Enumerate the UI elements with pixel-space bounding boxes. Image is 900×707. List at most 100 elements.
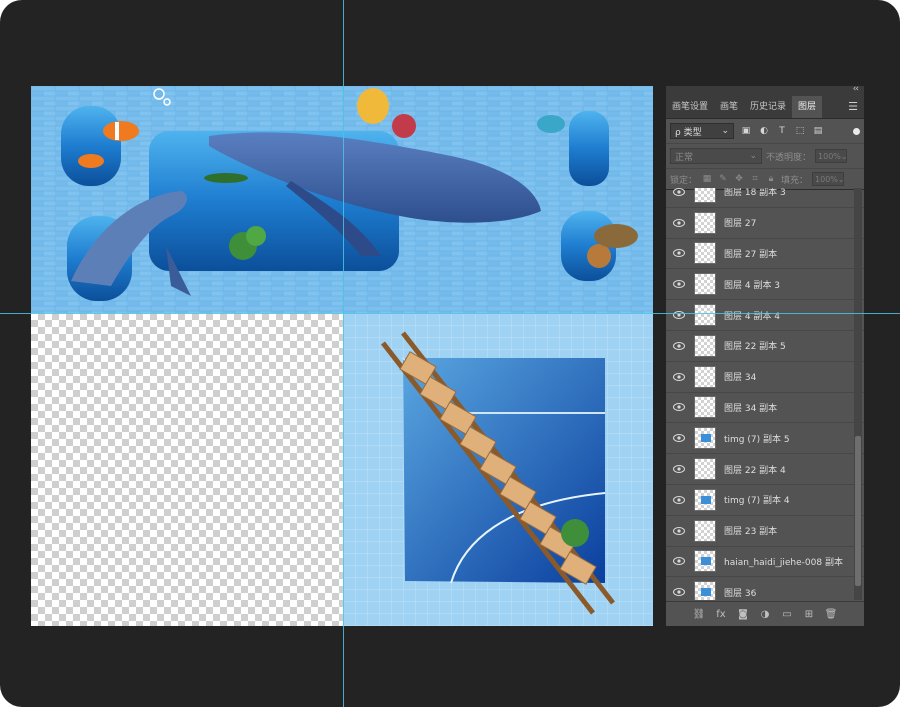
layer-name: 图层 4 副本 4 (724, 311, 781, 322)
pool-ladder-artwork (343, 313, 653, 626)
group-folder-icon[interactable]: ▭ (780, 609, 794, 620)
lock-artboard-icon[interactable]: ⌗ (749, 174, 761, 184)
visibility-eye-icon[interactable] (666, 557, 692, 566)
layer-row[interactable]: 图层 18 副本 3 (666, 188, 864, 208)
collapse-panel-icon[interactable]: ‹‹ (853, 84, 859, 94)
filter-toggle[interactable] (853, 127, 860, 135)
lock-transparent-icon[interactable]: ▦ (701, 174, 713, 184)
layer-row[interactable]: timg (7) 副本 5 (666, 423, 864, 455)
layer-row[interactable]: 图层 4 副本 3 (666, 269, 864, 301)
visibility-eye-icon[interactable] (666, 341, 692, 350)
layer-row[interactable]: 图层 34 副本 (666, 393, 864, 424)
visibility-eye-icon[interactable] (666, 526, 692, 535)
layer-row[interactable]: 图层 23 副本 (666, 516, 864, 547)
ocean-wall-artwork (31, 86, 653, 313)
visibility-eye-icon[interactable] (666, 465, 692, 474)
layer-name: 图层 27 副本 (724, 249, 778, 260)
layer-thumbnail (694, 273, 716, 296)
layer-thumbnail (694, 304, 716, 327)
layers-panel: ‹‹ 画笔设置 画笔 历史记录 图层 ☰ ρ 类型 ⌄ ▣ ◐ T ⬚ ▤ 正常… (666, 84, 864, 626)
layer-actions-bar: ⛓ fx ◙ ◑ ▭ ⊞ 🗑︎ (666, 601, 864, 626)
vertical-guide[interactable] (343, 0, 344, 707)
opacity-label: 不透明度： (766, 152, 812, 163)
layer-name: haian_haidi_jiehe-008 副本 (724, 557, 843, 568)
new-layer-icon[interactable]: ⊞ (802, 609, 816, 620)
visibility-eye-icon[interactable] (666, 434, 692, 443)
visibility-eye-icon[interactable] (666, 218, 692, 227)
layer-name: 图层 23 副本 (724, 527, 778, 538)
visibility-eye-icon[interactable] (666, 280, 692, 289)
layer-filter-bar: ρ 类型 ⌄ ▣ ◐ T ⬚ ▤ (666, 119, 864, 144)
chevron-down-icon: ⌄ (749, 151, 757, 161)
layer-name: 图层 22 副本 4 (724, 465, 786, 476)
type-filter-icon[interactable]: T (776, 126, 788, 136)
scrollbar-thumb[interactable] (855, 436, 861, 586)
fill-field[interactable]: 100% ⌄ (812, 172, 845, 186)
tab-layers[interactable]: 图层 (792, 96, 823, 118)
shape-filter-icon[interactable]: ⬚ (794, 126, 806, 136)
layer-name: 图层 36 (724, 588, 757, 599)
horizontal-guide[interactable] (0, 313, 900, 314)
lock-all-icon[interactable]: 🔒︎ (765, 174, 777, 184)
layer-row[interactable]: 图层 22 副本 4 (666, 454, 864, 485)
layer-row[interactable]: 图层 27 副本 (666, 239, 864, 270)
lock-position-icon[interactable]: ✥ (733, 174, 745, 184)
layer-thumbnail (694, 211, 716, 234)
layer-row[interactable]: 图层 34 (666, 362, 864, 393)
image-filter-icon[interactable]: ▣ (740, 126, 752, 136)
layer-thumbnail (694, 242, 716, 265)
layer-row[interactable]: 图层 27 (666, 208, 864, 239)
layer-name: timg (7) 副本 5 (724, 434, 790, 445)
lock-paint-icon[interactable]: ✎ (717, 174, 729, 184)
hamburger-menu-icon[interactable]: ☰ (842, 96, 864, 118)
layer-thumbnail (694, 519, 716, 542)
tab-brush-settings[interactable]: 画笔设置 (666, 96, 714, 118)
chevron-down-icon: ⌄ (721, 126, 729, 136)
layer-name: 图层 34 副本 (724, 403, 778, 414)
layer-list-scrollbar[interactable] (854, 188, 862, 600)
adjustment-icon[interactable]: ◑ (758, 609, 772, 620)
layer-thumbnail (694, 365, 716, 388)
layer-thumbnail (694, 427, 716, 450)
transparent-area (31, 313, 343, 626)
layer-thumbnail (694, 488, 716, 511)
blend-row: 正常 ⌄ 不透明度： 100% ⌄ (666, 144, 864, 169)
layer-list: 图层 18 副本 3 图层 27 图层 27 副本 图层 4 副本 3 图层 4 (666, 188, 864, 600)
layer-thumbnail (694, 334, 716, 357)
tab-brushes[interactable]: 画笔 (714, 96, 744, 118)
visibility-eye-icon[interactable] (666, 495, 692, 504)
layer-row[interactable]: 图层 4 副本 4 (666, 300, 864, 331)
mask-icon[interactable]: ◙ (736, 609, 750, 620)
lock-row: 锁定： ▦ ✎ ✥ ⌗ 🔒︎ 填充： 100% ⌄ (666, 169, 864, 190)
adjustment-filter-icon[interactable]: ◐ (758, 126, 770, 136)
layer-name: 图层 27 (724, 219, 757, 230)
blend-mode-select[interactable]: 正常 ⌄ (670, 148, 762, 164)
lock-label: 锁定： (670, 175, 698, 186)
link-icon[interactable]: ⛓ (692, 609, 706, 620)
layer-thumbnail (694, 188, 716, 203)
layer-name: 图层 4 副本 3 (724, 280, 781, 291)
panel-tabs: 画笔设置 画笔 历史记录 图层 ☰ (666, 96, 864, 119)
layer-row[interactable]: haian_haidi_jiehe-008 副本 (666, 547, 864, 578)
filter-kind-select[interactable]: ρ 类型 ⌄ (670, 123, 734, 139)
visibility-eye-icon[interactable] (666, 372, 692, 381)
layer-thumbnail (694, 550, 716, 573)
visibility-eye-icon[interactable] (666, 188, 692, 196)
layer-row[interactable]: 图层 22 副本 5 (666, 331, 864, 362)
visibility-eye-icon[interactable] (666, 249, 692, 258)
tab-history[interactable]: 历史记录 (744, 96, 792, 118)
visibility-eye-icon[interactable] (666, 588, 692, 597)
fill-label: 填充： (781, 175, 809, 186)
layer-row[interactable]: 图层 36 (666, 577, 864, 600)
app-window: ‹‹ 画笔设置 画笔 历史记录 图层 ☰ ρ 类型 ⌄ ▣ ◐ T ⬚ ▤ 正常… (0, 0, 900, 707)
layer-name: timg (7) 副本 4 (724, 496, 790, 507)
fx-icon[interactable]: fx (714, 609, 728, 620)
opacity-field[interactable]: 100% ⌄ (815, 149, 848, 163)
layer-thumbnail (694, 458, 716, 481)
smart-object-filter-icon[interactable]: ▤ (812, 126, 824, 136)
document-canvas[interactable] (31, 86, 653, 626)
visibility-eye-icon[interactable] (666, 403, 692, 412)
layer-thumbnail (694, 396, 716, 419)
layer-row[interactable]: timg (7) 副本 4 (666, 485, 864, 516)
trash-icon[interactable]: 🗑︎ (824, 609, 838, 620)
